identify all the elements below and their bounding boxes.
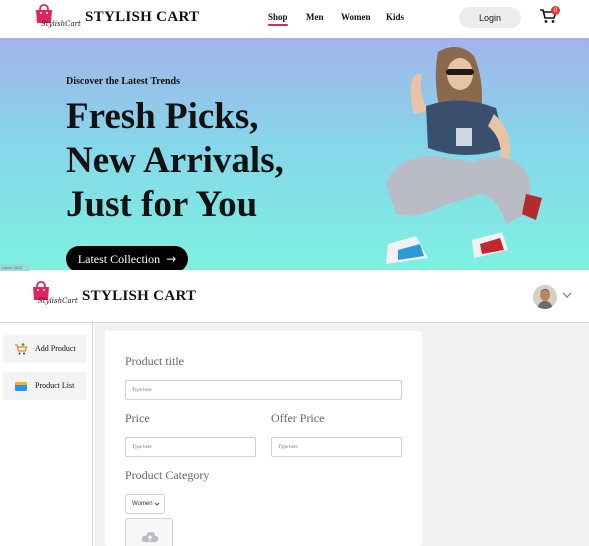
upload-cloud-icon	[141, 532, 159, 542]
cta-label: Latest Collection	[77, 251, 161, 266]
nav-link-kids[interactable]: Kids	[386, 12, 404, 22]
hero-headline-line-1: Fresh Picks,	[66, 96, 259, 137]
hero-headline-line-2: New Arrivals,	[66, 140, 284, 181]
logo-script-text: StylishCart	[41, 20, 81, 28]
hero-headline-line-3: Just for You	[66, 184, 258, 225]
avatar-portrait	[533, 285, 557, 309]
latest-collection-button[interactable]: Latest Collection →	[66, 246, 188, 270]
admin-brand-name: STYLISH CART	[82, 288, 197, 304]
hero-kicker: Discover the Latest Trends	[66, 76, 180, 87]
store-navbar: StylishCart STYLISH CART Shop Men Women …	[0, 0, 589, 38]
category-selected-value: Women	[132, 501, 153, 507]
nav-link-shop[interactable]: Shop	[268, 12, 288, 26]
nav-link-men[interactable]: Men	[306, 12, 324, 22]
admin-sidebar: Add Product Product List	[0, 323, 93, 546]
admin-logo[interactable]: StylishCart	[30, 280, 78, 306]
hero-model-image	[386, 46, 542, 264]
brand-name: STYLISH CART	[85, 9, 200, 25]
product-category-label: Product Category	[125, 468, 210, 482]
user-avatar[interactable]	[533, 285, 557, 309]
product-category-select[interactable]: Women	[125, 494, 165, 514]
sidebar-item-label: Add Product	[35, 344, 76, 353]
admin-header: StylishCart STYLISH CART	[0, 271, 589, 323]
logo-script-text: StylishCart	[38, 297, 78, 305]
login-button[interactable]: Login	[459, 7, 521, 28]
hero-banner: Discover the Latest Trends Fresh Picks, …	[0, 38, 589, 270]
arrow-right-icon: →	[166, 252, 177, 266]
product-title-input[interactable]: Type here	[125, 380, 402, 400]
offer-price-label: Offer Price	[271, 411, 325, 425]
offer-price-input[interactable]: Type here	[271, 437, 402, 457]
price-label: Price	[125, 411, 150, 425]
nav-link-women[interactable]: Women	[341, 12, 371, 22]
sidebar-item-product-list[interactable]: Product List	[3, 372, 86, 400]
price-input[interactable]: Type here	[125, 437, 256, 457]
chevron-down-icon	[154, 502, 160, 506]
image-upload-box[interactable]	[125, 518, 173, 546]
chevron-down-icon[interactable]	[562, 291, 572, 299]
add-to-cart-icon	[15, 343, 28, 355]
product-list-icon	[15, 382, 27, 391]
cart-count-badge: 0	[551, 6, 560, 15]
store-logo[interactable]: StylishCart	[33, 3, 81, 29]
sidebar-item-add-product[interactable]: Add Product	[3, 335, 86, 363]
corner-watermark-tag: Lykon 2022	[0, 264, 30, 271]
product-title-label: Product title	[125, 354, 184, 368]
sidebar-item-label: Product List	[35, 381, 75, 390]
